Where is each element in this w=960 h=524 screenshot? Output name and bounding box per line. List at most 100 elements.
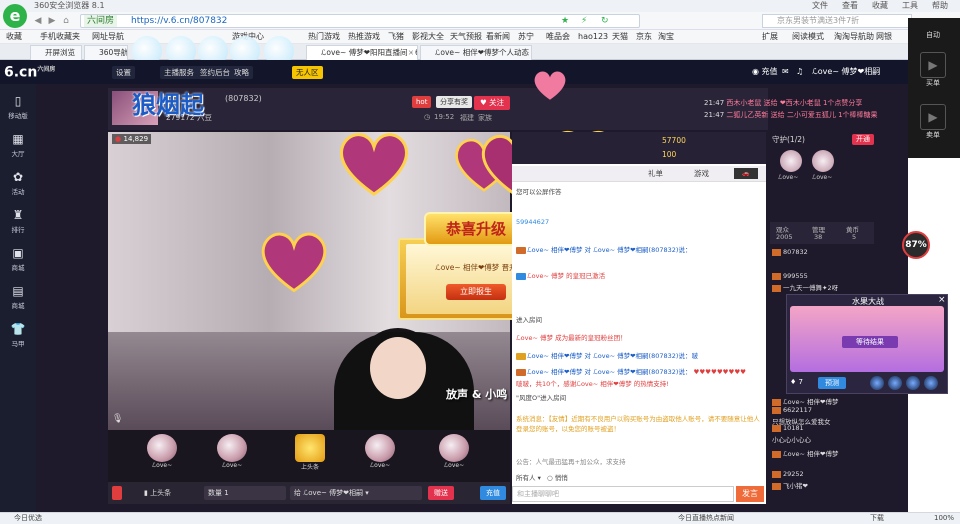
- fav-item[interactable]: 飞猪: [388, 30, 404, 44]
- user-menu[interactable]: ℒove~ 傅梦❤相嗣: [812, 64, 880, 80]
- recharge-button[interactable]: 充值: [480, 486, 506, 500]
- search-input[interactable]: 京东男装节满送3件7折: [762, 14, 912, 28]
- fav-item[interactable]: 收藏: [6, 30, 22, 44]
- home-icon[interactable]: ⌂: [60, 15, 72, 27]
- fav-item[interactable]: 淘宝: [658, 30, 674, 44]
- tab-profile[interactable]: ℒove~ 相伴❤傅梦个人动态 ×: [420, 45, 532, 60]
- fav-item[interactable]: 阅读模式: [792, 30, 824, 44]
- user-row[interactable]: 6622117: [772, 406, 812, 414]
- rail-mall[interactable]: ▣ 商城: [0, 240, 36, 278]
- user-row[interactable]: 小心心小心心: [772, 434, 811, 444]
- fav-item[interactable]: 天猫: [612, 30, 628, 44]
- menu-help[interactable]: 帮助: [932, 0, 948, 12]
- rail-mobile[interactable]: ▯ 移动版: [0, 88, 36, 126]
- status-news[interactable]: 热点新闻: [706, 513, 734, 524]
- car-icon[interactable]: 🚗: [734, 168, 758, 179]
- user-row[interactable]: 飞小猪❤: [772, 480, 808, 490]
- status-zoom[interactable]: 100%: [934, 513, 954, 524]
- fav-item[interactable]: 看新闻: [486, 30, 510, 44]
- tab-nav[interactable]: 360导航_一: [84, 45, 128, 60]
- follow-button[interactable]: ♥ 关注: [474, 96, 511, 110]
- chat-input[interactable]: 和主播聊聊吧: [512, 486, 734, 502]
- fav-item[interactable]: 京东: [636, 30, 652, 44]
- address-bar[interactable]: 六间房 https://v.6.cn/807832 ★ ⚡ ↻: [80, 14, 640, 28]
- contract-button[interactable]: 签约后台: [196, 66, 234, 79]
- user-row[interactable]: 999555: [772, 272, 808, 280]
- user-row[interactable]: 一九天一傅舞✦2呀: [772, 282, 838, 292]
- share-button[interactable]: 分享有奖: [436, 96, 472, 108]
- fav-item[interactable]: 唯品会: [546, 30, 570, 44]
- user-row[interactable]: 10181: [772, 424, 804, 432]
- fav-item[interactable]: 手机收藏夹: [40, 30, 80, 44]
- user-row[interactable]: ℒove~ 相伴❤傅梦: [772, 396, 838, 406]
- rail-rank[interactable]: ♜ 排行: [0, 202, 36, 240]
- rail-vest[interactable]: 👕 马甲: [0, 316, 36, 354]
- tab-start[interactable]: 开屏浏览: [30, 45, 82, 60]
- star-icon[interactable]: ★: [561, 15, 569, 27]
- close-icon[interactable]: ×: [408, 46, 414, 60]
- open-guard-button[interactable]: 开通: [852, 134, 874, 145]
- user-row[interactable]: 807832: [772, 248, 808, 256]
- user-row[interactable]: ℒove~ 相伴❤傅梦: [772, 448, 838, 458]
- tab-live-room[interactable]: ℒove~ 傅梦❤阳阳直播间 - 6 ×: [306, 45, 418, 60]
- refresh-icon[interactable]: ↻: [601, 15, 609, 27]
- status-daily-pick[interactable]: 今日优选: [14, 513, 42, 524]
- guard-avatar[interactable]: [780, 150, 802, 172]
- event-pill[interactable]: 无人区: [292, 66, 323, 79]
- dock-auto[interactable]: 自动: [916, 30, 950, 40]
- dock-sell[interactable]: ▶ 卖单: [916, 104, 950, 140]
- fav-item[interactable]: 扩展: [762, 30, 778, 44]
- gift-quantity-input[interactable]: 数量 1: [204, 486, 286, 500]
- bell-icon[interactable]: ♫: [796, 64, 803, 80]
- fruit-icon[interactable]: [888, 376, 902, 390]
- chat-send-button[interactable]: 发言: [736, 486, 764, 502]
- forward-icon[interactable]: ▶: [46, 15, 58, 27]
- guide-button[interactable]: 攻略: [230, 66, 253, 79]
- menu-file[interactable]: 文件: [812, 0, 828, 12]
- chat-recipient-select[interactable]: 所有人 ▾ ○ 悄悄: [516, 472, 760, 482]
- back-icon[interactable]: ◀: [32, 15, 44, 27]
- fruit-game-predict-button[interactable]: 预测: [818, 377, 846, 389]
- menu-favorites[interactable]: 收藏: [872, 0, 888, 12]
- fav-item[interactable]: 网银: [876, 30, 892, 44]
- fav-item[interactable]: 天气预报: [450, 30, 482, 44]
- fav-item[interactable]: 热推游戏: [348, 30, 380, 44]
- close-icon[interactable]: ×: [522, 46, 528, 60]
- guard-avatar[interactable]: [812, 150, 834, 172]
- gift-item-headline[interactable]: 上头条: [288, 434, 332, 476]
- fav-item[interactable]: hao123: [578, 30, 608, 44]
- rail-gift[interactable]: ▤ 商城: [0, 278, 36, 316]
- close-icon[interactable]: ×: [938, 295, 946, 305]
- recharge-link[interactable]: ◉ 充值: [752, 64, 778, 80]
- menu-tools[interactable]: 工具: [902, 0, 918, 12]
- settings-button[interactable]: 设置: [112, 66, 135, 79]
- status-download[interactable]: 下载: [870, 513, 884, 524]
- site-logo[interactable]: 6.cn六间房: [4, 64, 55, 81]
- fruit-icon[interactable]: [870, 376, 884, 390]
- user-row[interactable]: 29252: [772, 470, 804, 478]
- gift-recipient-select[interactable]: 给 ℒove~ 傅梦❤相嗣 ▾: [290, 486, 422, 500]
- rail-activity[interactable]: ✿ 活动: [0, 164, 36, 202]
- fav-item[interactable]: 苏宁: [518, 30, 534, 44]
- headline-label[interactable]: ▮ 上头条: [140, 486, 196, 500]
- mail-icon[interactable]: ✉: [782, 64, 789, 80]
- fav-item[interactable]: 热门游戏: [308, 30, 340, 44]
- mic-icon[interactable]: 🎙: [112, 414, 123, 424]
- fruit-icon[interactable]: [924, 376, 938, 390]
- lightning-icon[interactable]: ⚡: [581, 15, 587, 27]
- gift-item[interactable]: ℒove~: [358, 434, 402, 476]
- gift-item[interactable]: ℒove~: [210, 434, 254, 476]
- fruit-icon[interactable]: [906, 376, 920, 390]
- fav-item[interactable]: 影视大全: [412, 30, 444, 44]
- gift-item[interactable]: ℒove~: [140, 434, 184, 476]
- status-live[interactable]: 今日直播: [678, 513, 706, 524]
- fav-item[interactable]: 网址导航: [92, 30, 124, 44]
- give-gift-button[interactable]: 赠送: [428, 486, 454, 500]
- dock-buy[interactable]: ▶ 买单: [916, 52, 950, 88]
- fav-item[interactable]: 淘淘导航助: [834, 30, 874, 44]
- anchor-service-button[interactable]: 主播服务: [160, 66, 198, 79]
- rail-hall[interactable]: ▦ 大厅: [0, 126, 36, 164]
- menu-view[interactable]: 查看: [842, 0, 858, 12]
- gift-item[interactable]: ℒove~: [432, 434, 476, 476]
- tab-games[interactable]: 游戏: [694, 166, 709, 182]
